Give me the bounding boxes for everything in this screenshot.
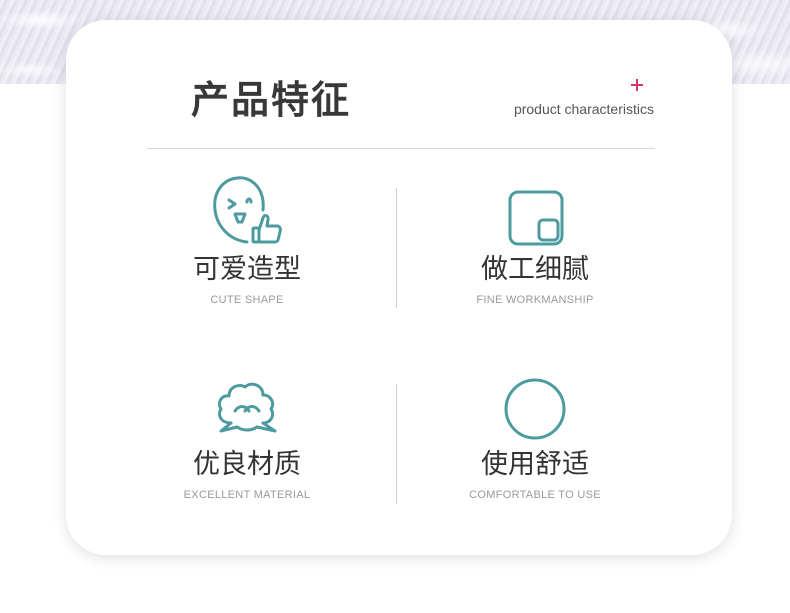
feature-comfortable-to-use: 使用舒适 COMFORTABLE TO USE (410, 365, 660, 501)
feature-fine-workmanship: 做工细腻 FINE WORKMANSHIP (410, 170, 660, 306)
cotton-cloud-icon (217, 382, 277, 433)
header-divider (147, 148, 655, 149)
feature-cute-shape: 可爱造型 CUTE SHAPE (122, 170, 372, 306)
plus-icon (631, 79, 643, 91)
feature-subtitle: EXCELLENT MATERIAL (183, 489, 311, 501)
feature-title: 做工细腻 (481, 254, 589, 285)
circle-icon (504, 378, 566, 440)
feature-subtitle: CUTE SHAPE (210, 294, 284, 306)
feature-subtitle: COMFORTABLE TO USE (469, 489, 601, 501)
features-card: 产品特征 product characteristics 可爱造型 CUTE S… (66, 20, 732, 555)
feature-title: 优良材质 (193, 449, 301, 480)
feature-subtitle: FINE WORKMANSHIP (476, 294, 594, 306)
smiley-thumbs-up-icon (213, 176, 282, 244)
feature-title: 可爱造型 (193, 254, 301, 285)
column-divider-bottom (396, 384, 397, 504)
column-divider-top (396, 188, 397, 308)
page-title: 产品特征 (191, 78, 352, 122)
feature-title: 使用舒适 (481, 449, 589, 480)
rounded-squares-icon (508, 190, 564, 246)
page-subtitle: product characteristics (513, 101, 654, 117)
feature-excellent-material: 优良材质 EXCELLENT MATERIAL (122, 365, 372, 501)
